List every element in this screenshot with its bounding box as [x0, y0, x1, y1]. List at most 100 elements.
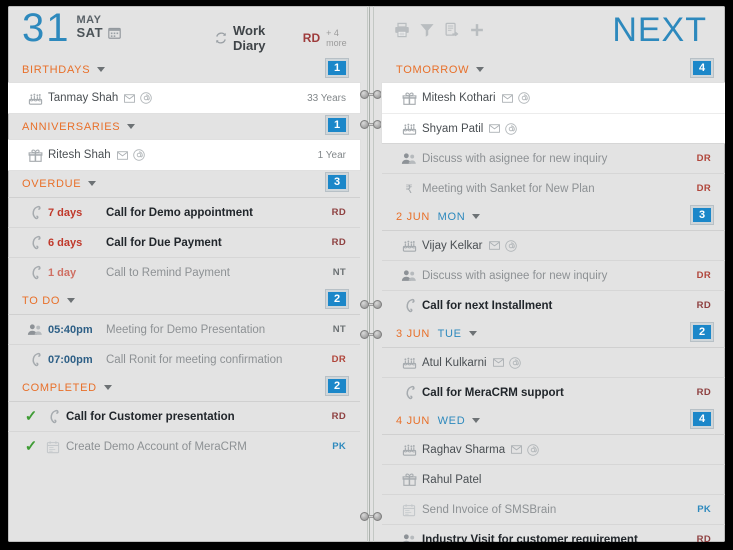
- section-count-badge: 2: [326, 290, 348, 308]
- date-display: 31 MAY SAT: [22, 6, 121, 50]
- list-item[interactable]: 7 days Call for Demo appointment RD: [8, 197, 360, 227]
- mail-icon[interactable]: [488, 241, 500, 250]
- section-title: TOMORROW: [396, 63, 470, 76]
- mail-icon[interactable]: [124, 93, 136, 103]
- section-header[interactable]: TOMORROW 4: [382, 56, 725, 83]
- chevron-down-icon[interactable]: [472, 214, 481, 219]
- chevron-down-icon[interactable]: [472, 418, 481, 423]
- list-item[interactable]: Call for next Installment RD: [382, 290, 725, 320]
- list-item[interactable]: Vijay Kelkar: [382, 230, 725, 260]
- at-icon[interactable]: [504, 239, 517, 252]
- at-icon[interactable]: [517, 92, 530, 104]
- contact-name: Raghav Sharma: [422, 443, 506, 456]
- section-rows: Tanmay Shah 33 Years: [8, 83, 360, 113]
- at-icon[interactable]: [508, 356, 521, 369]
- list-item[interactable]: Atul Kulkarni: [382, 347, 725, 377]
- list-item[interactable]: 1 day Call to Remind Payment NT: [8, 257, 360, 287]
- at-icon[interactable]: [505, 122, 518, 135]
- export-icon[interactable]: [444, 22, 460, 38]
- binder-spine: [360, 6, 382, 542]
- cake-icon: [396, 355, 422, 370]
- completed-check-icon[interactable]: ✓: [22, 409, 40, 424]
- mail-icon[interactable]: [511, 445, 522, 454]
- section-count-badge: 1: [326, 116, 348, 134]
- contact-name: Shyam Patil: [422, 122, 484, 135]
- at-icon[interactable]: [140, 92, 153, 104]
- binder-ring: [360, 330, 382, 339]
- list-item[interactable]: Tanmay Shah 33 Years: [8, 83, 360, 113]
- list-item[interactable]: Send Invoice of SMSBrain PK: [382, 494, 725, 524]
- section-header[interactable]: OVERDUE 3: [8, 170, 360, 197]
- next-title: NEXT: [612, 11, 707, 49]
- section-header[interactable]: 2 JUN MON 3: [382, 203, 725, 230]
- list-item[interactable]: Ritesh Shah 1 Year: [8, 140, 360, 170]
- list-item[interactable]: Call for MeraCRM support RD: [382, 377, 725, 407]
- left-sections: BIRTHDAYS 1 Tanmay Shah 33 Years ANNIVERS…: [8, 56, 360, 461]
- chevron-down-icon[interactable]: [468, 331, 477, 336]
- contact-name: Tanmay Shah: [48, 92, 119, 104]
- section-header[interactable]: COMPLETED 2: [8, 374, 360, 401]
- phone-icon: [22, 352, 48, 367]
- refresh-icon[interactable]: [214, 31, 228, 45]
- section-date: 3 JUN TUE: [396, 327, 462, 340]
- section-title: OVERDUE: [22, 177, 82, 190]
- section-header[interactable]: BIRTHDAYS 1: [8, 56, 360, 83]
- calendar-icon[interactable]: [108, 26, 121, 39]
- section-overdue: OVERDUE 3 7 days Call for Demo appointmen…: [8, 170, 360, 287]
- mail-icon[interactable]: [489, 124, 501, 133]
- add-icon[interactable]: [469, 22, 485, 38]
- phone-icon: [396, 298, 422, 313]
- chevron-down-icon[interactable]: [97, 67, 106, 72]
- list-item[interactable]: Discuss with asignee for new inquiry DR: [382, 143, 725, 173]
- task-title: Send Invoice of SMSBrain: [422, 503, 557, 516]
- list-item[interactable]: Discuss with asignee for new inquiry DR: [382, 260, 725, 290]
- work-diary-selector[interactable]: Work Diary RD + 4 more: [214, 23, 360, 53]
- task-title: Meeting for Demo Presentation: [106, 323, 266, 336]
- section-header[interactable]: 3 JUN TUE 2: [382, 320, 725, 347]
- binder-ring: [360, 512, 382, 521]
- list-item[interactable]: Industry Visit for customer requirement R…: [382, 524, 725, 542]
- chevron-down-icon[interactable]: [103, 385, 112, 390]
- list-item[interactable]: ✓ Create Demo Account of MeraCRM PK: [8, 431, 360, 461]
- work-diary-more[interactable]: + 4 more: [326, 28, 360, 48]
- list-item[interactable]: Rahul Patel: [382, 464, 725, 494]
- section-header[interactable]: 4 JUN WED 4: [382, 407, 725, 434]
- section-header[interactable]: TO DO 2: [8, 287, 360, 314]
- assignee-initials: PK: [697, 504, 711, 515]
- contact-name: Vijay Kelkar: [422, 239, 483, 252]
- list-item[interactable]: 05:40pm Meeting for Demo Presentation NT: [8, 314, 360, 344]
- mail-icon[interactable]: [116, 150, 128, 160]
- print-icon[interactable]: [394, 22, 410, 38]
- gift-icon: [22, 148, 48, 163]
- list-item[interactable]: ₹ Meeting with Sanket for New Plan DR: [382, 173, 725, 203]
- cake-icon: [22, 91, 48, 106]
- filter-icon[interactable]: [419, 22, 435, 38]
- at-icon[interactable]: [132, 149, 145, 161]
- list-item[interactable]: Mitesh Kothari: [382, 83, 725, 113]
- chevron-down-icon[interactable]: [127, 124, 136, 129]
- completed-check-icon[interactable]: ✓: [22, 439, 40, 454]
- section-title: COMPLETED: [22, 381, 97, 394]
- list-item[interactable]: Shyam Patil: [382, 113, 725, 143]
- chevron-down-icon[interactable]: [67, 298, 76, 303]
- assignee-initials: RD: [696, 300, 711, 311]
- people-icon: [396, 268, 422, 283]
- task-title: Industry Visit for customer requirement: [422, 533, 638, 543]
- list-item[interactable]: ✓ Call for Customer presentation RD: [8, 401, 360, 431]
- mail-icon[interactable]: [501, 93, 513, 103]
- chevron-down-icon[interactable]: [88, 181, 97, 186]
- list-item[interactable]: 6 days Call for Due Payment RD: [8, 227, 360, 257]
- assignee-initials: RD: [331, 411, 346, 422]
- section-to-do: TO DO 2 05:40pm Meeting for Demo Presenta…: [8, 287, 360, 374]
- section-header[interactable]: ANNIVERSARIES 1: [8, 113, 360, 140]
- mail-icon[interactable]: [492, 358, 504, 367]
- right-toolbar: [394, 22, 485, 38]
- chevron-down-icon[interactable]: [476, 67, 485, 72]
- list-item[interactable]: 07:00pm Call Ronit for meeting confirmati…: [8, 344, 360, 374]
- right-header: NEXT: [382, 6, 725, 56]
- task-title: Call for Customer presentation: [66, 410, 235, 423]
- list-item[interactable]: Raghav Sharma: [382, 434, 725, 464]
- day-number: 31: [22, 6, 71, 50]
- assignee-initials: DR: [696, 153, 711, 164]
- at-icon[interactable]: [527, 443, 539, 456]
